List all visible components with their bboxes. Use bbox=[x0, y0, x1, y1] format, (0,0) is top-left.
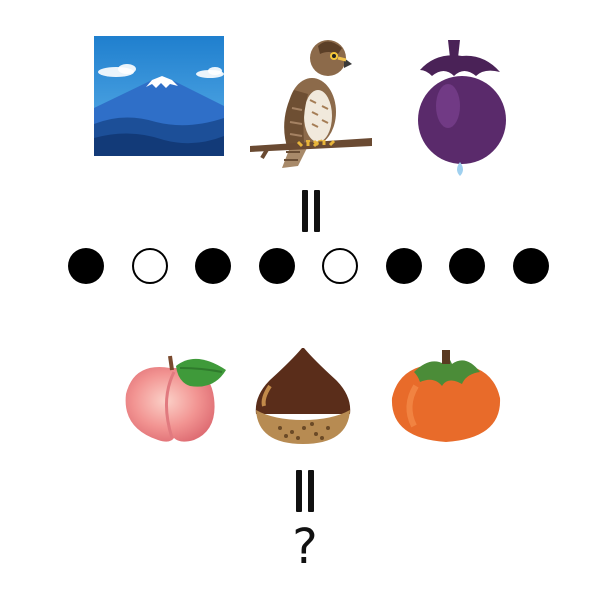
filled-dot bbox=[68, 248, 104, 284]
filled-dot bbox=[449, 248, 485, 284]
eggplant-icon bbox=[418, 40, 506, 176]
hollow-dot bbox=[132, 248, 168, 284]
mount-fuji-picture bbox=[94, 36, 224, 156]
hawk-icon bbox=[250, 40, 372, 168]
dot-code-row bbox=[0, 248, 613, 288]
equals-sign-top bbox=[302, 190, 320, 232]
persimmon-picture bbox=[386, 346, 506, 446]
eggplant-picture bbox=[408, 36, 512, 178]
filled-dot bbox=[259, 248, 295, 284]
equals-sign-bottom bbox=[296, 470, 314, 512]
persimmon-icon bbox=[391, 350, 501, 442]
peach-icon bbox=[125, 355, 226, 442]
hawk-picture bbox=[248, 30, 374, 172]
hollow-dot bbox=[322, 248, 358, 284]
peach-picture bbox=[118, 350, 228, 445]
filled-dot bbox=[195, 248, 231, 284]
answer-question-mark: ? bbox=[292, 519, 318, 575]
chestnut-picture bbox=[252, 346, 354, 446]
filled-dot bbox=[513, 248, 549, 284]
filled-dot bbox=[386, 248, 422, 284]
chestnut-icon bbox=[255, 348, 351, 444]
mount-fuji-icon bbox=[94, 36, 224, 156]
